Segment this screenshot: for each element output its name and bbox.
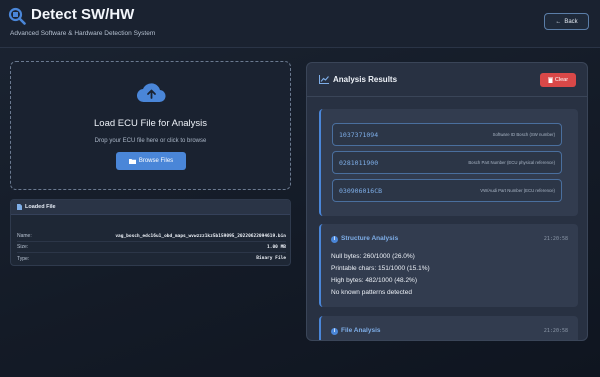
part-number-description: Bosch Part Number (ECU physical referenc…	[468, 160, 555, 165]
part-number-item[interactable]: 030906016CB VW/Audi Part Number (ECU ref…	[332, 179, 562, 202]
results-title: Analysis Results	[333, 75, 398, 84]
structure-analysis-title: Structure Analysis	[341, 235, 399, 242]
loaded-file-heading: Loaded File	[25, 204, 56, 210]
browse-files-button[interactable]: Browse Files	[116, 152, 186, 170]
file-icon	[17, 204, 22, 210]
file-analysis-title: File Analysis	[341, 327, 381, 334]
file-name-label: Name:	[17, 233, 32, 239]
cloud-upload-icon	[137, 83, 166, 103]
info-icon: i	[331, 328, 338, 335]
upload-hint: Drop your ECU file here or click to brow…	[94, 138, 207, 144]
clear-button[interactable]: Clear	[540, 73, 576, 87]
file-size-value: 1.00 MB	[267, 244, 286, 250]
clear-button-label: Clear	[554, 77, 569, 83]
part-number-value: 0281011900	[339, 159, 379, 167]
back-button[interactable]: ← Back	[544, 13, 589, 30]
part-number-value: 1037371094	[339, 131, 379, 139]
file-size-label: Size:	[17, 244, 29, 250]
part-number-value: 030906016CB	[339, 187, 383, 195]
part-number-description: Software ID Bosch (SW number)	[492, 132, 555, 137]
part-number-description: VW/Audi Part Number (ECU reference)	[480, 188, 555, 193]
part-number-item[interactable]: 0281011900 Bosch Part Number (ECU physic…	[332, 151, 562, 174]
structure-analysis-card: i Structure Analysis 21:20:58 Null bytes…	[319, 224, 578, 307]
analysis-line: Printable chars: 151/1000 (15.1%)	[331, 265, 430, 272]
loaded-file-card: Loaded File Name: vag_bosch_edc16u1_obd_…	[10, 199, 291, 266]
file-type-label: Type:	[17, 255, 30, 262]
file-name-value: vag_bosch_edc16u1_obd_maps_wvwzzz1kz5b15…	[115, 233, 286, 239]
results-header: Analysis Results Clear	[307, 63, 587, 97]
file-drop-zone[interactable]: Load ECU File for Analysis Drop your ECU…	[10, 61, 291, 190]
analysis-line: Null bytes: 260/1000 (26.0%)	[331, 253, 415, 260]
search-chip-icon	[8, 7, 26, 25]
app-header: Detect SW/HW Advanced Software & Hardwar…	[0, 0, 600, 48]
part-number-item[interactable]: 1037371094 Software ID Bosch (SW number)	[332, 123, 562, 146]
app-title: Detect SW/HW	[31, 6, 135, 23]
file-size-row: Size: 1.00 MB	[17, 242, 286, 253]
upload-title: Load ECU File for Analysis	[94, 118, 207, 129]
file-name-row: Name: vag_bosch_edc16u1_obd_maps_wvwzzz1…	[17, 231, 286, 242]
file-analysis-card: i File Analysis 21:20:58	[319, 316, 578, 340]
arrow-left-icon: ←	[555, 18, 562, 25]
analysis-line: High bytes: 482/1000 (48.2%)	[331, 277, 417, 284]
loaded-file-header: Loaded File	[11, 200, 290, 215]
info-icon: i	[331, 236, 338, 243]
browse-files-label: Browse Files	[138, 158, 174, 164]
file-type-row: Type: Binary File	[17, 253, 286, 264]
back-button-label: Back	[564, 18, 578, 25]
part-numbers-card: 1037371094 Software ID Bosch (SW number)…	[319, 109, 578, 216]
file-type-value: Binary File	[256, 256, 286, 261]
folder-icon	[128, 159, 136, 164]
file-analysis-time: 21:20:58	[543, 328, 568, 334]
analysis-results-panel[interactable]: Analysis Results Clear 1037371094 Softwa…	[306, 62, 588, 341]
chart-line-icon	[319, 75, 329, 84]
analysis-line: No known patterns detected	[331, 289, 412, 296]
structure-analysis-time: 21:20:58	[543, 236, 568, 242]
trash-icon	[547, 77, 553, 83]
app-subtitle: Advanced Software & Hardware Detection S…	[10, 30, 156, 37]
